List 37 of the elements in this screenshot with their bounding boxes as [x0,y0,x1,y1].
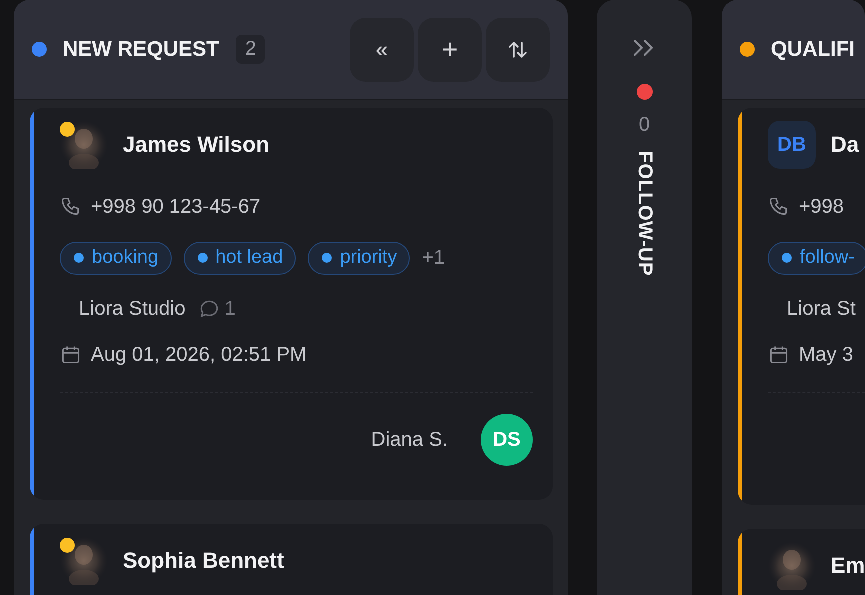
phone-icon [768,196,790,218]
lead-name: Da [831,132,860,158]
column-title: NEW REQUEST [63,38,220,62]
lead-card[interactable]: James Wilson +998 90 123-45-67 booking hot lead priority +1 Liora Studio 1 Aug 01, 2026, 02:51 PM Diana S. DS [30,108,553,500]
comment-icon [198,298,220,320]
column-title: FOLLOW-UP [633,151,656,276]
lead-card[interactable]: Sophia Bennett [30,524,553,595]
lead-name: James Wilson [123,132,270,158]
lead-name: Sophia Bennett [123,548,284,574]
tag: booking [60,242,172,274]
collapsed-column[interactable]: 0 FOLLOW-UP [597,0,692,595]
more-tags-count: +1 [422,246,446,270]
tag: hot lead [184,242,296,274]
tag: follow- [768,242,865,274]
company-name: Liora Studio [79,298,186,320]
add-button[interactable]: + [418,18,482,82]
lead-name: Em [831,553,865,579]
sort-button[interactable] [486,18,550,82]
company-name: Liora St [787,298,856,320]
calendar-icon [60,344,82,366]
avatar: DB [768,121,816,169]
phone-number: +998 90 123-45-67 [91,196,261,218]
tag: priority [308,242,410,274]
date-time: Aug 01, 2026, 02:51 PM [91,344,307,366]
assignee-name: Diana S. [371,428,448,452]
phone-icon [60,196,82,218]
date-time: May 3 [799,344,854,366]
count-label: 0 [638,114,650,137]
calendar-icon [768,344,790,366]
column-title: QUALIFI [771,38,855,62]
count-badge: 2 [236,35,266,64]
lead-card[interactable]: Em [738,529,865,595]
comment-count: 1 [224,298,236,320]
collapse-button[interactable]: « [350,18,414,82]
lead-card[interactable]: DB Da +998 follow- Liora St May 3 [738,108,865,505]
phone-number: +998 [799,196,844,218]
assignee-avatar: DS [481,414,533,466]
